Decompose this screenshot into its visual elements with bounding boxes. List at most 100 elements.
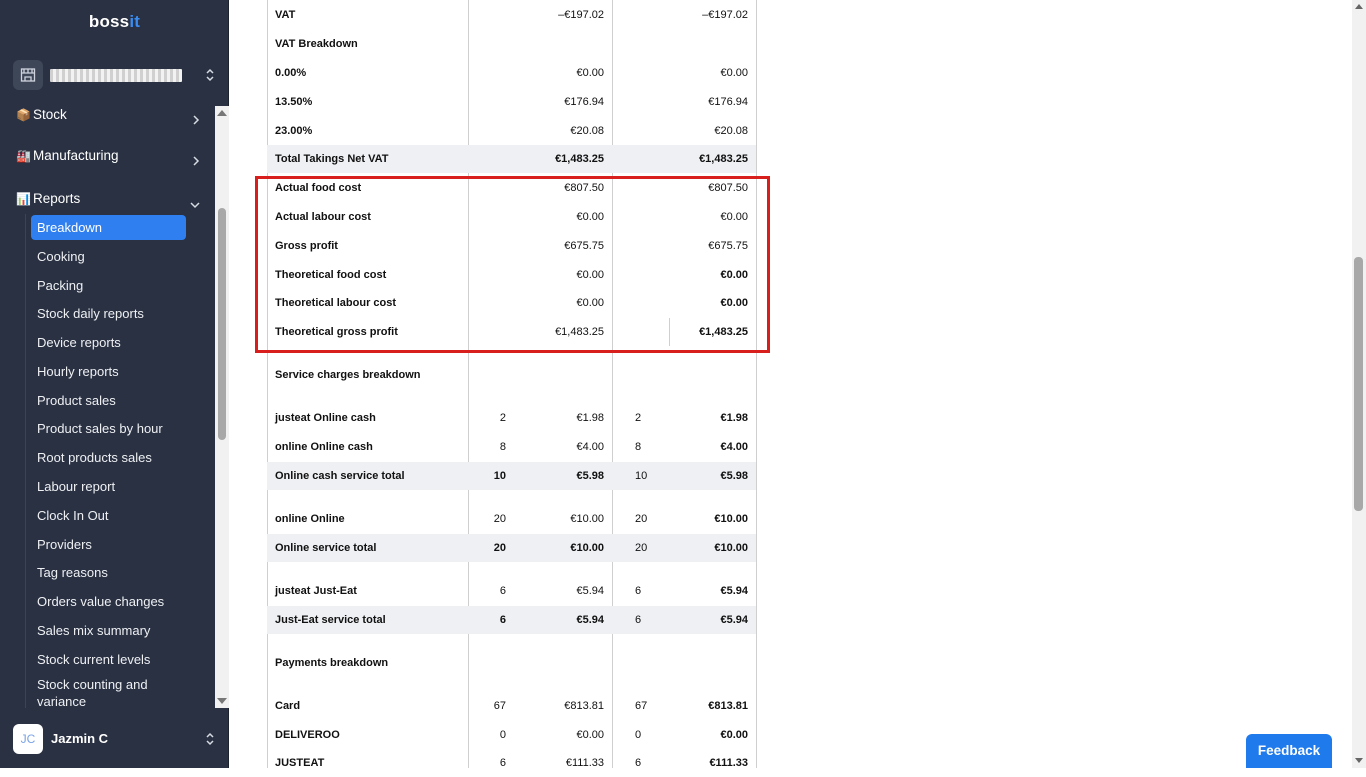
bossit-logo[interactable]: bossit — [0, 12, 229, 32]
row-label: online Online cash — [275, 441, 373, 453]
main-content: VAT –€197.02 –€197.02 VAT Breakdown 0.00% €0.… — [230, 0, 1352, 769]
row-label: JUSTEAT — [275, 757, 325, 769]
box-icon: 📦 — [16, 108, 31, 122]
sidebar-item-product-sales-by-hour[interactable]: Product sales by hour — [31, 416, 186, 441]
value-cell: €0.00 — [576, 67, 604, 79]
section-title-row: Service charges breakdown — [267, 361, 756, 389]
value-cell: €111.33 — [565, 757, 604, 769]
scroll-up-arrow-icon[interactable] — [217, 110, 227, 116]
sidebar-item-stock-current-levels[interactable]: Stock current levels — [31, 647, 186, 672]
value-cell: €20.08 — [714, 125, 748, 137]
value-cell: €5.94 — [720, 585, 748, 597]
chevron-right-icon — [192, 110, 200, 132]
value-cell: €10.00 — [714, 542, 748, 554]
user-name: Jazmin C — [51, 731, 109, 746]
value-cell: €20.08 — [570, 125, 604, 137]
count-cell: 6 — [499, 757, 506, 769]
sidebar-item-product-sales[interactable]: Product sales — [31, 388, 186, 413]
value-cell: €1,483.25 — [699, 153, 748, 165]
value-cell: €0.00 — [720, 67, 748, 79]
value-cell: €176.94 — [564, 96, 604, 108]
sidebar-item-clock-in-out[interactable]: Clock In Out — [31, 503, 186, 528]
row-label: 0.00% — [275, 67, 307, 79]
table-row: justeat Online cash 2 €1.98 2 €1.98 — [267, 404, 756, 432]
table-row: Just-Eat service total 6 €5.94 6 €5.94 — [267, 606, 756, 634]
row-label: Online service total — [275, 542, 377, 554]
sidebar-item-manufacturing[interactable]: 🏭 Manufacturing — [16, 145, 206, 167]
row-label: 13.50% — [275, 96, 313, 108]
value-cell: €813.81 — [708, 700, 748, 712]
table-row: online Online 20 €10.00 20 €10.00 — [267, 505, 756, 533]
value-cell: €5.98 — [576, 470, 604, 482]
value-cell: €5.94 — [576, 585, 604, 597]
store-selector[interactable] — [13, 60, 223, 92]
table-row: JUSTEAT 6 €111.33 6 €111.33 — [267, 749, 756, 777]
table-row: Online cash service total 10 €5.98 10 €5.98 — [267, 462, 756, 490]
scroll-down-arrow-icon[interactable] — [1355, 758, 1363, 763]
count-cell: 67 — [493, 700, 506, 712]
row-label: VAT Breakdown — [275, 38, 358, 50]
sidebar-item-stock[interactable]: 📦 Stock — [16, 104, 206, 126]
sidebar-item-sales-mix-summary[interactable]: Sales mix summary — [31, 618, 186, 643]
count-cell: 0 — [499, 729, 506, 741]
sidebar-item-root-products-sales[interactable]: Root products sales — [31, 445, 186, 470]
page-scrollbar-thumb[interactable] — [1354, 257, 1363, 511]
section-title-row: VAT Breakdown — [267, 30, 756, 58]
scroll-up-arrow-icon[interactable] — [1355, 4, 1363, 9]
value-cell: €0.00 — [576, 729, 604, 741]
chevron-right-icon — [192, 151, 200, 173]
row-label: Just-Eat service total — [275, 614, 386, 626]
count-cell: 6 — [499, 585, 506, 597]
table-row: online Online cash 8 €4.00 8 €4.00 — [267, 433, 756, 461]
factory-icon: 🏭 — [16, 149, 31, 163]
count-cell: 10 — [493, 470, 506, 482]
sidebar-item-reports[interactable]: 📊 Reports — [16, 188, 206, 210]
table-row: VAT –€197.02 –€197.02 — [267, 1, 756, 29]
count-cell: 2 — [499, 412, 506, 424]
value-cell: €1.98 — [576, 412, 604, 424]
sidebar-scrollbar-thumb[interactable] — [218, 208, 226, 440]
scroll-down-arrow-icon[interactable] — [217, 698, 227, 704]
sidebar-item-packing[interactable]: Packing — [31, 273, 186, 298]
table-row: Total Takings Net VAT €1,483.25 €1,483.25 — [267, 145, 756, 173]
user-menu[interactable]: JC Jazmin C — [13, 724, 223, 754]
sidebar-item-cooking[interactable]: Cooking — [31, 244, 186, 269]
row-label: Service charges breakdown — [275, 369, 421, 381]
feedback-button[interactable]: Feedback — [1246, 734, 1332, 768]
sidebar-item-breakdown[interactable]: Breakdown — [31, 215, 186, 240]
value-cell: –€197.02 — [702, 9, 748, 21]
store-name-redacted — [50, 69, 182, 82]
value-cell: €5.98 — [720, 470, 748, 482]
value-cell: €0.00 — [720, 729, 748, 741]
value-cell: –€197.02 — [558, 9, 604, 21]
row-label: DELIVEROO — [275, 729, 340, 741]
sidebar-item-providers[interactable]: Providers — [31, 532, 186, 557]
sidebar-item-stock-counting-and-variance[interactable]: Stock counting and variance — [31, 676, 186, 708]
row-label: VAT — [275, 9, 296, 21]
chevron-up-down-icon — [205, 732, 215, 751]
value-cell: €4.00 — [576, 441, 604, 453]
table-row: 0.00% €0.00 €0.00 — [267, 59, 756, 87]
table-row: Card 67 €813.81 67 €813.81 — [267, 692, 756, 720]
value-cell: €10.00 — [570, 542, 604, 554]
row-label: Online cash service total — [275, 470, 405, 482]
value-cell: €5.94 — [720, 614, 748, 626]
value-cell: €176.94 — [708, 96, 748, 108]
sidebar-item-hourly-reports[interactable]: Hourly reports — [31, 359, 186, 384]
sidebar-item-orders-value-changes[interactable]: Orders value changes — [31, 589, 186, 614]
table-border-right — [756, 0, 757, 768]
value-cell: €4.00 — [720, 441, 748, 453]
value-cell: €813.81 — [564, 700, 604, 712]
row-label: 23.00% — [275, 125, 313, 137]
sidebar-item-device-reports[interactable]: Device reports — [31, 330, 186, 355]
sidebar-item-stock-daily-reports[interactable]: Stock daily reports — [31, 301, 186, 326]
sidebar-item-tag-reasons[interactable]: Tag reasons — [31, 560, 186, 585]
value-cell: €10.00 — [570, 513, 604, 525]
row-label: justeat Online cash — [275, 412, 376, 424]
table-row: 23.00% €20.08 €20.08 — [267, 117, 756, 145]
sidebar-item-labour-report[interactable]: Labour report — [31, 474, 186, 499]
store-icon — [13, 60, 43, 90]
row-label: online Online — [275, 513, 345, 525]
value-cell: €10.00 — [714, 513, 748, 525]
table-row: DELIVEROO 0 €0.00 0 €0.00 — [267, 721, 756, 749]
